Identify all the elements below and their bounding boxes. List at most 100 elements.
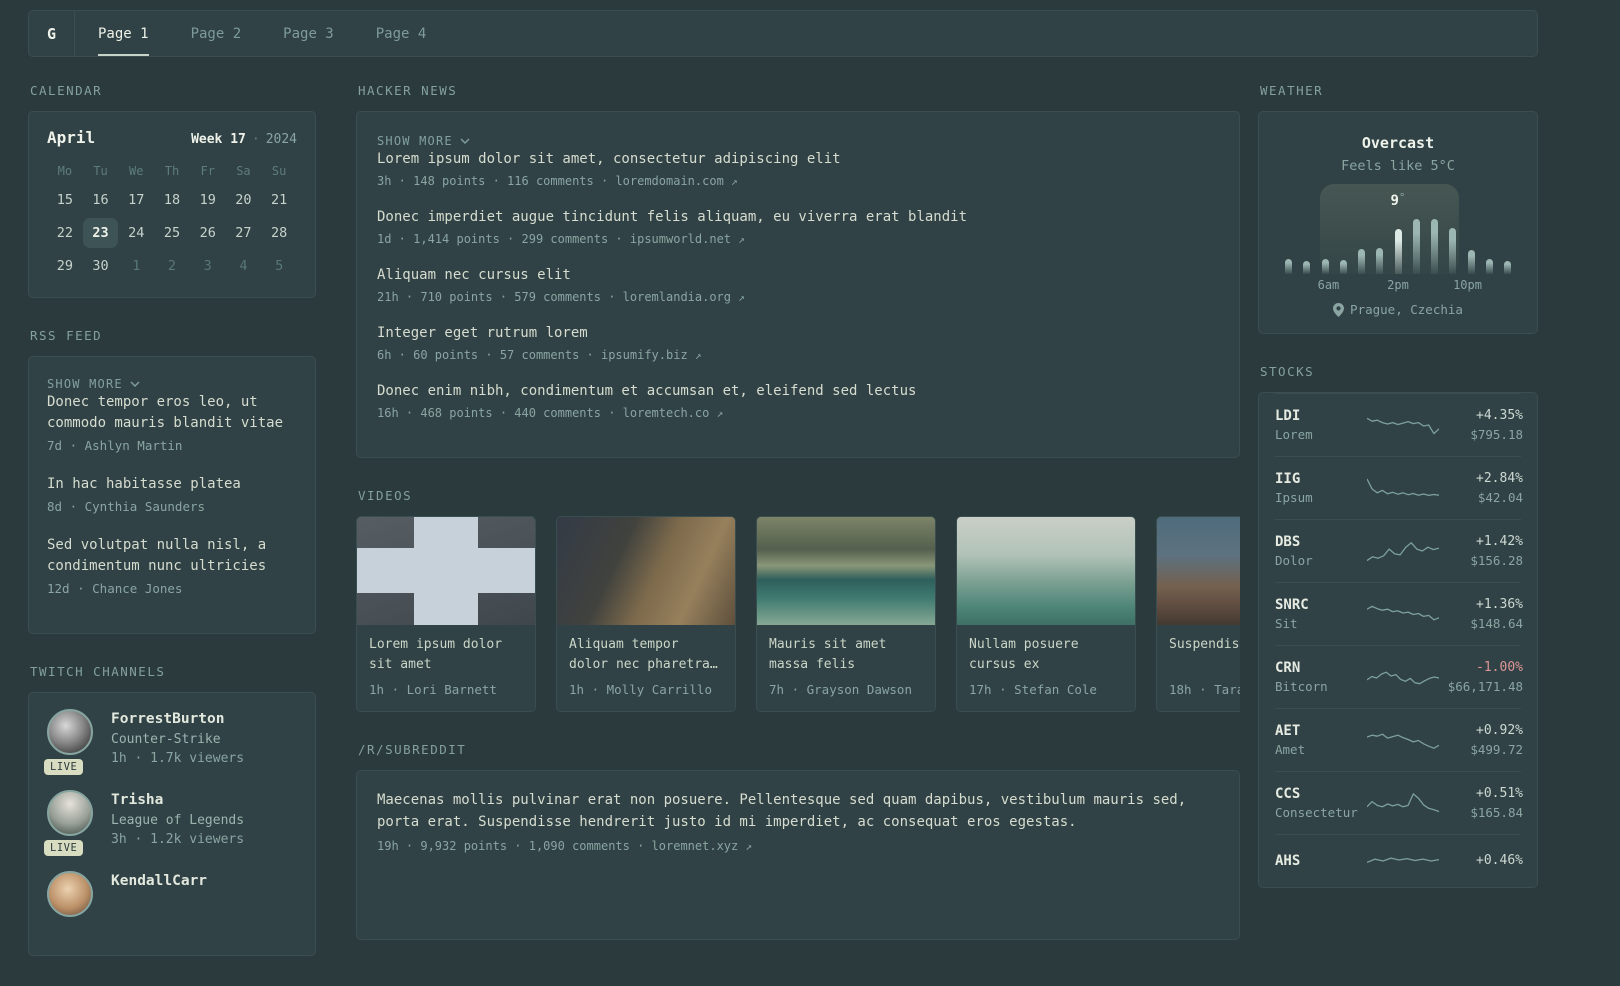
stock-name: Dolor <box>1275 553 1313 568</box>
video-title: Mauris sit amet massa felis <box>769 637 887 672</box>
weather-tick: 6am <box>1317 278 1340 292</box>
hackernews-item-title[interactable]: Aliquam nec cursus elit <box>377 265 1219 285</box>
show-more-button[interactable]: SHOW MORE <box>377 134 470 148</box>
section-title-calendar: CALENDAR <box>30 83 103 98</box>
stock-identity: CRN Bitcorn <box>1275 658 1367 696</box>
section-title-videos: VIDEOS <box>358 488 413 503</box>
rss-item-meta: 12d · Chance Jones <box>47 581 183 596</box>
stock-row[interactable]: AHS +0.46% <box>1275 834 1523 887</box>
twitch-channel[interactable]: KendallCarr <box>47 871 297 917</box>
stock-symbol: LDI <box>1275 408 1301 424</box>
stock-identity: AET Amet <box>1275 721 1367 759</box>
rss-item-meta: 7d · Ashlyn Martin <box>47 438 183 453</box>
weather-card: Overcast Feels like 5°C 9° 6am 2pm 10pm <box>1258 111 1538 334</box>
external-link-icon: ↗ <box>716 407 724 420</box>
page-tab[interactable]: Page 4 <box>355 11 448 56</box>
section-title-weather: WEATHER <box>1260 83 1324 98</box>
weather-widget: WEATHER Overcast Feels like 5°C 9° 6am 2p… <box>1258 83 1538 334</box>
video-card[interactable]: Suspendisse diam 18h · Tara <box>1156 516 1240 712</box>
stock-values: +1.36% $148.64 <box>1439 595 1523 633</box>
stock-row[interactable]: CCS Consectetur +0.51% $165.84 <box>1275 771 1523 834</box>
calendar-card: April Week 17 · 2024 Mo Tu We Th Fr Sa Su 15 16 17… <box>28 111 316 298</box>
rss-item-title[interactable]: In hac habitasse platea <box>47 474 297 495</box>
rss-item: In hac habitasse platea 8d · Cynthia Sau… <box>47 474 297 517</box>
hackernews-item-link[interactable]: ipsumify.biz ↗ <box>601 348 702 362</box>
hackernews-item-domain: loremlandia.org <box>622 290 732 304</box>
video-meta: 7h · Grayson Dawson <box>769 682 912 697</box>
twitch-channel-name: ForrestBurton <box>111 711 225 727</box>
calendar-day: 27 <box>235 225 252 241</box>
page-tab[interactable]: Page 3 <box>262 11 355 56</box>
stock-row[interactable]: DBS Dolor +1.42% $156.28 <box>1275 519 1523 582</box>
hackernews-item-title[interactable]: Donec enim nibh, condimentum et accumsan… <box>377 381 1219 401</box>
app-logo[interactable]: G <box>29 11 75 56</box>
reddit-post: Maecenas mollis pulvinar erat non posuer… <box>377 789 1219 856</box>
video-card[interactable]: Mauris sit amet massa felis 7h · Grayson… <box>756 516 936 712</box>
hackernews-card: SHOW MORE Lorem ipsum dolor sit amet, co… <box>356 111 1240 458</box>
rss-item-title[interactable]: Sed volutpat nulla nisl, a condimentum n… <box>47 535 297 577</box>
twitch-channel[interactable]: LIVE Trisha League of Legends 3h · 1.2k … <box>44 790 297 856</box>
weather-chart: 9° 6am 2pm 10pm <box>1285 182 1511 294</box>
stock-price: $156.28 <box>1470 553 1523 568</box>
videos-row: Lorem ipsum dolor sit amet consectetu… 1… <box>356 516 1240 712</box>
weekday-label: Tu <box>93 164 108 178</box>
weather-bar <box>1504 260 1511 274</box>
rss-item-title[interactable]: Donec tempor eros leo, ut commodo mauris… <box>47 392 297 434</box>
reddit-post-stats: 19h · 9,932 points · 1,090 comments · <box>377 839 652 853</box>
show-more-button[interactable]: SHOW MORE <box>47 377 140 391</box>
stock-symbol: IIG <box>1275 471 1301 487</box>
hackernews-item-title[interactable]: Donec imperdiet augue tincidunt felis al… <box>377 207 1219 227</box>
weather-bar <box>1412 218 1420 274</box>
calendar-year: 2024 <box>265 132 297 147</box>
stock-row[interactable]: CRN Bitcorn -1.00% $66,171.48 <box>1275 645 1523 708</box>
hackernews-item-meta: 21h · 710 points · 579 comments · loreml… <box>377 288 1219 307</box>
stock-sparkline <box>1367 411 1439 439</box>
stock-price: $66,171.48 <box>1447 679 1523 694</box>
page-tab[interactable]: Page 1 <box>77 11 170 56</box>
calendar-day: 28 <box>271 225 288 241</box>
calendar-day: 20 <box>235 192 252 208</box>
hackernews-item-link[interactable]: ipsumworld.net ↗ <box>630 232 745 246</box>
weather-bar <box>1285 258 1292 274</box>
stock-row[interactable]: AET Amet +0.92% $499.72 <box>1275 708 1523 771</box>
stock-symbol: CCS <box>1275 786 1301 802</box>
stock-change: +0.51% <box>1476 786 1523 801</box>
video-card[interactable]: Aliquam tempor dolor nec pharetra… 1h · … <box>556 516 736 712</box>
hackernews-item-link[interactable]: loremlandia.org ↗ <box>623 290 745 304</box>
calendar-day: 19 <box>199 192 216 208</box>
stock-name: Sit <box>1275 616 1298 631</box>
weather-bar <box>1321 258 1329 274</box>
stock-name: Ipsum <box>1275 490 1313 505</box>
section-title-hackernews: HACKER NEWS <box>358 83 458 98</box>
stock-row[interactable]: IIG Ipsum +2.84% $42.04 <box>1275 456 1523 519</box>
hackernews-item-domain: loremdomain.com <box>615 174 724 188</box>
hackernews-item-link[interactable]: loremtech.co ↗ <box>623 406 724 420</box>
hackernews-item-title[interactable]: Lorem ipsum dolor sit amet, consectetur … <box>377 149 1219 169</box>
video-card[interactable]: Nullam posuere cursus ex 17h · Stefan Co… <box>956 516 1136 712</box>
twitch-channel[interactable]: LIVE ForrestBurton Counter-Strike 1h · 1… <box>44 709 297 775</box>
reddit-post-link[interactable]: loremnet.xyz ↗ <box>652 839 753 853</box>
calendar-day: 18 <box>163 192 181 208</box>
stock-row[interactable]: SNRC Sit +1.36% $148.64 <box>1275 582 1523 645</box>
weather-bar <box>1467 250 1475 274</box>
calendar-day: 25 <box>163 225 181 241</box>
weather-peak-label: 9° <box>1390 190 1405 209</box>
stock-change: +0.46% <box>1476 853 1523 868</box>
stock-values: +1.42% $156.28 <box>1439 532 1523 570</box>
hackernews-item-title[interactable]: Integer eget rutrum lorem <box>377 323 1219 343</box>
stock-symbol: CRN <box>1275 660 1301 676</box>
video-card[interactable]: Lorem ipsum dolor sit amet consectetu… 1… <box>356 516 536 712</box>
hackernews-item-link[interactable]: loremdomain.com ↗ <box>615 174 737 188</box>
weather-location[interactable]: Prague, Czechia <box>1275 302 1521 317</box>
show-more-label: SHOW MORE <box>47 377 123 391</box>
stock-row[interactable]: LDI Lorem +4.35% $795.18 <box>1275 393 1523 456</box>
hackernews-widget: HACKER NEWS SHOW MORE Lorem ipsum dolor … <box>356 83 1240 458</box>
stock-sparkline <box>1367 663 1439 691</box>
weather-tick: 2pm <box>1387 278 1409 292</box>
reddit-post-title[interactable]: Maecenas mollis pulvinar erat non posuer… <box>377 789 1219 833</box>
stock-name: Amet <box>1275 742 1306 757</box>
page-tab[interactable]: Page 2 <box>170 11 263 56</box>
calendar-weekday-row: Mo Tu We Th Fr Sa Su <box>47 163 297 185</box>
calendar-month: April <box>47 128 96 147</box>
stock-sparkline <box>1367 474 1439 502</box>
